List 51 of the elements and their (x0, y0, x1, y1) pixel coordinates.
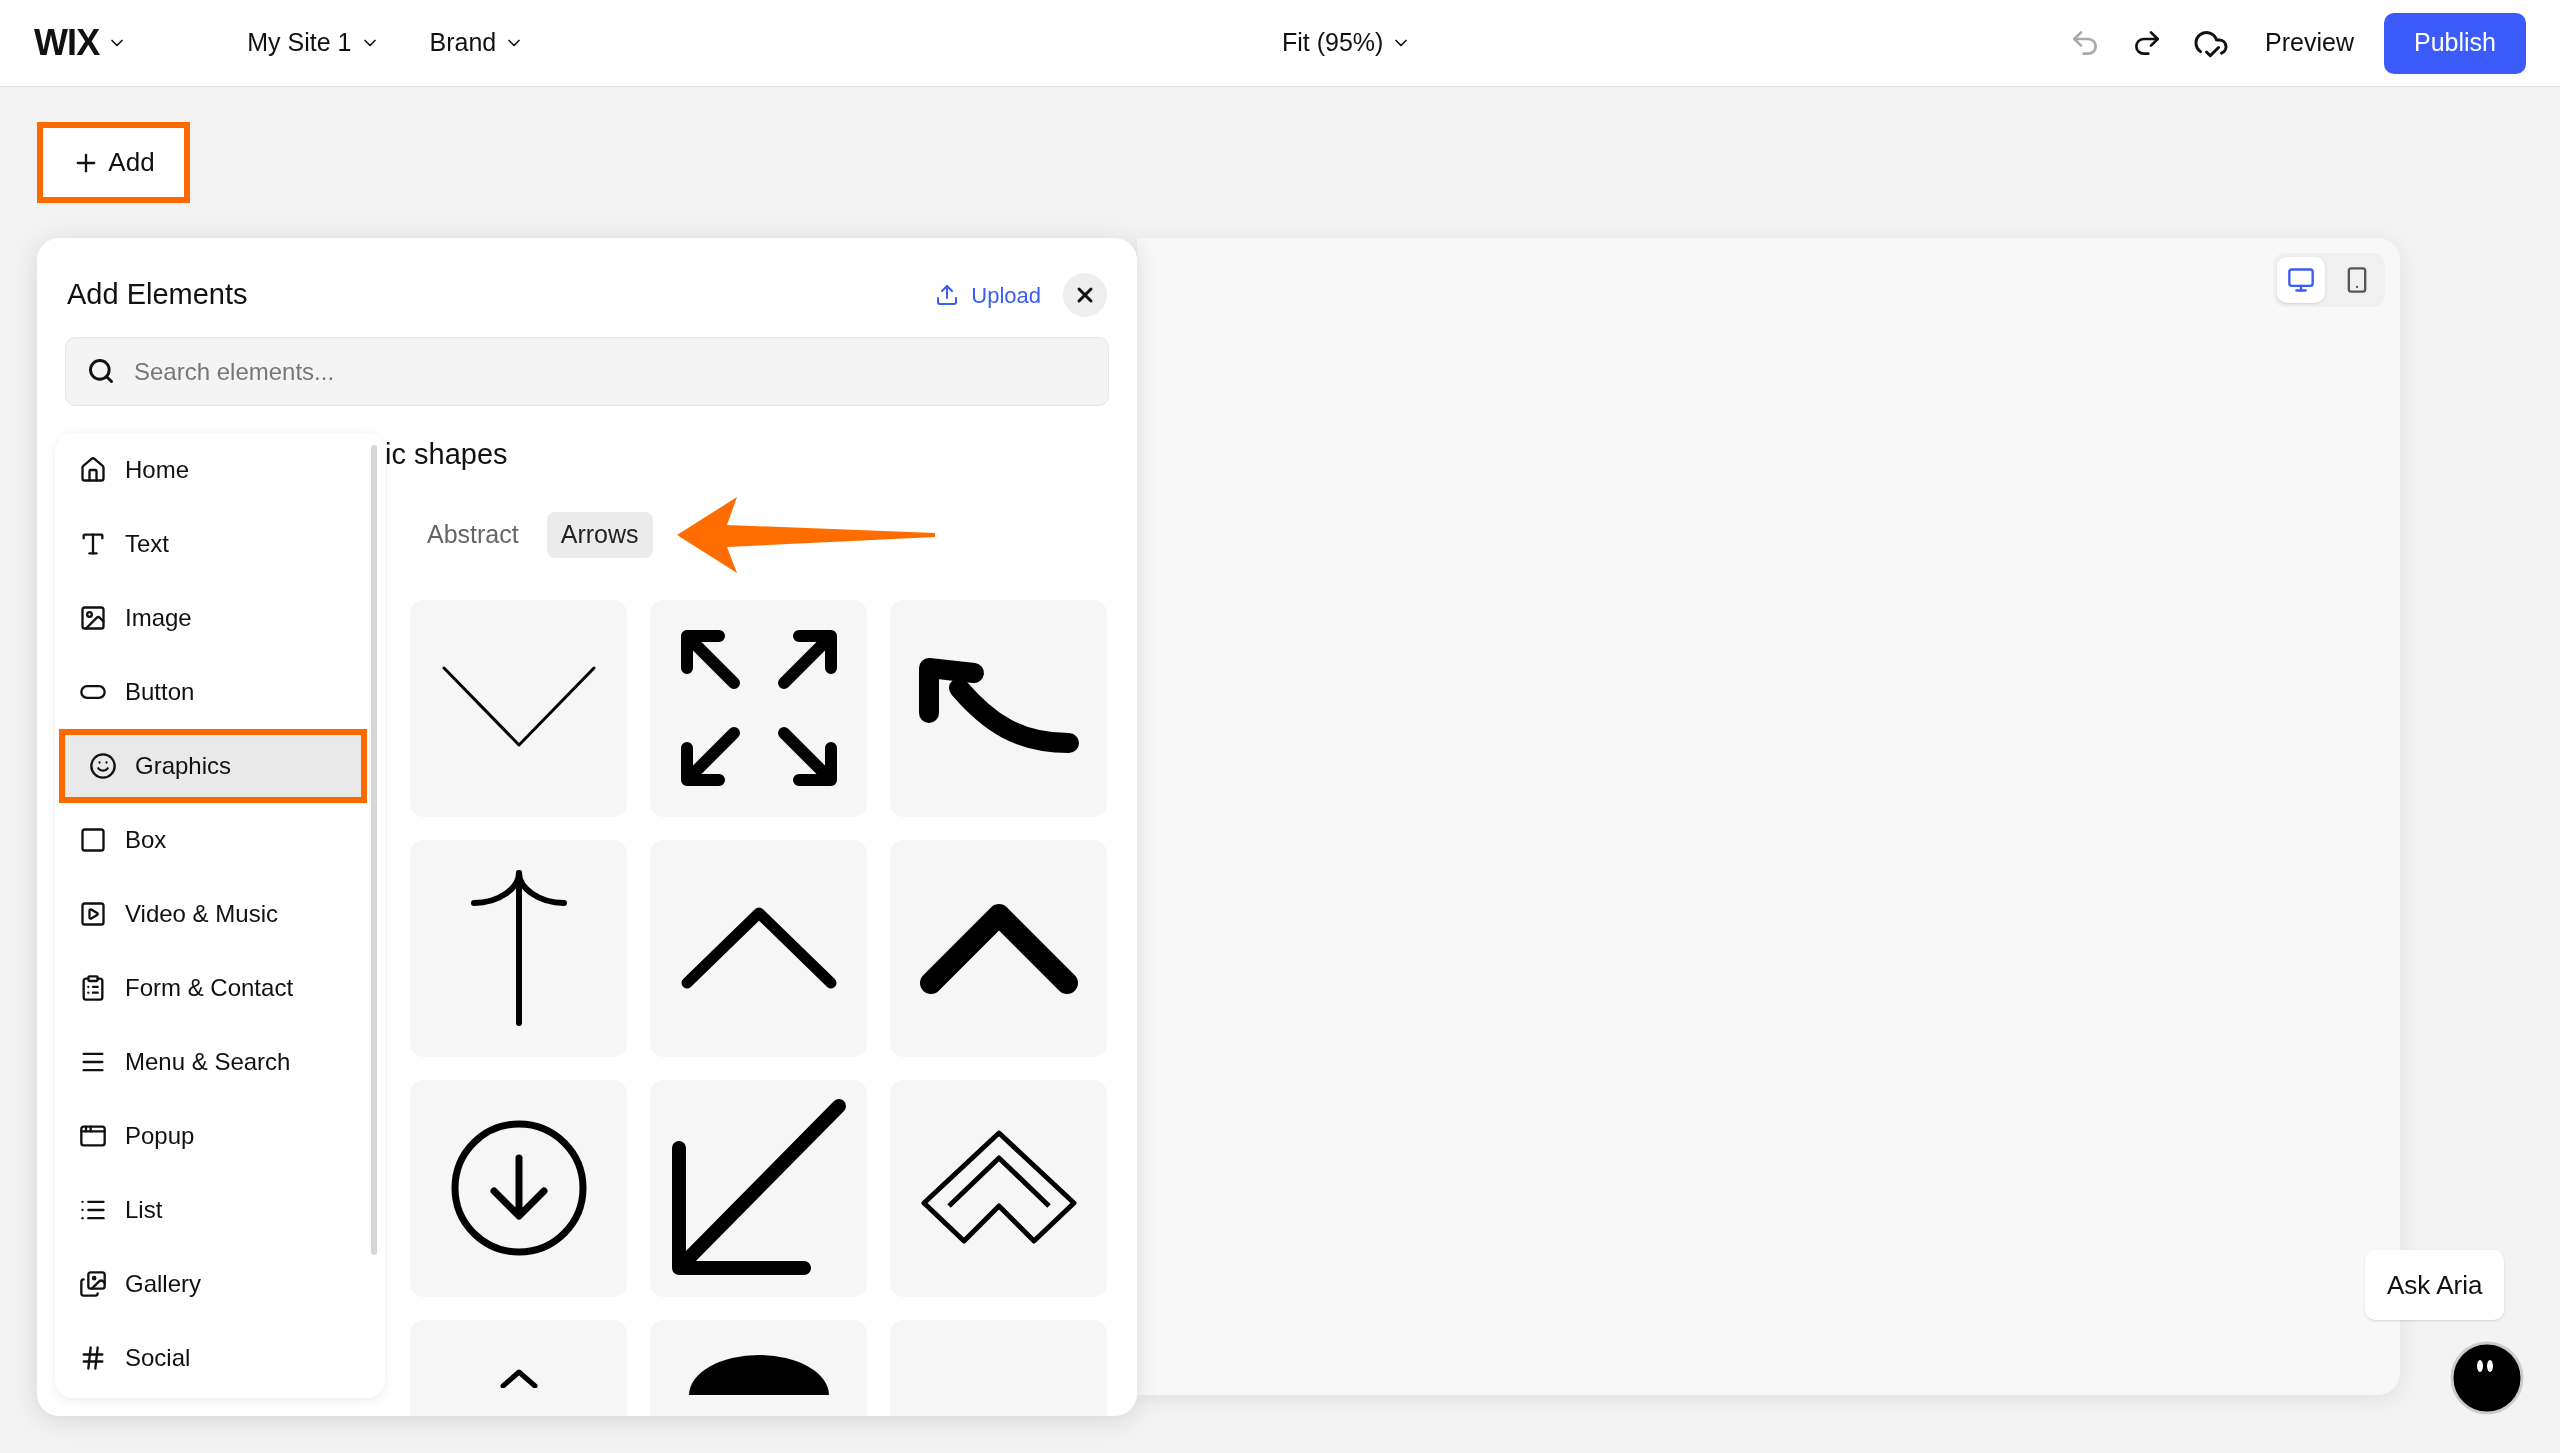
publish-button[interactable]: Publish (2384, 12, 2526, 74)
close-button[interactable] (1063, 273, 1107, 317)
shape-tile[interactable] (410, 1079, 627, 1297)
category-item[interactable]: Social (55, 1321, 371, 1395)
category-item[interactable]: Menu & Search (55, 1025, 371, 1099)
brand-menu[interactable]: Brand (429, 24, 525, 62)
category-item[interactable]: Image (55, 581, 371, 655)
annotation-arrow-icon (676, 494, 935, 575)
search-icon (87, 357, 115, 385)
shape-tile[interactable] (650, 599, 867, 817)
search-field[interactable]: Search elements... (65, 337, 1109, 406)
shape-tile[interactable] (890, 599, 1107, 817)
panel-title: Add Elements (67, 277, 248, 313)
preview-button[interactable]: Preview (2265, 24, 2354, 62)
add-button[interactable]: Add (37, 122, 190, 203)
category-item[interactable]: Popup (55, 1099, 371, 1173)
desktop-view-button[interactable] (2277, 257, 2325, 303)
category-item[interactable]: List (55, 1173, 371, 1247)
smiley-icon (89, 752, 117, 780)
shape-tile[interactable] (650, 1079, 867, 1297)
shape-tile[interactable] (410, 599, 627, 817)
category-item[interactable]: Form & Contact (55, 951, 371, 1025)
caret-up-icon (498, 1367, 539, 1388)
category-item[interactable]: Button (55, 655, 371, 729)
shape-tile[interactable] (650, 839, 867, 1057)
assistant-avatar-icon (2450, 1341, 2524, 1415)
expand-arrows-icon (678, 628, 839, 788)
section-title: ic shapes (385, 437, 508, 472)
upload-icon (935, 283, 960, 307)
monitor-icon (2287, 266, 2315, 294)
site-menu[interactable]: My Site 1 (247, 24, 380, 62)
gallery-icon (79, 1270, 107, 1298)
category-item[interactable]: Video & Music (55, 877, 371, 951)
home-icon (79, 456, 107, 484)
logo-menu[interactable]: WIX (34, 16, 128, 70)
shape-tile[interactable] (410, 839, 627, 1057)
shape-tile[interactable] (890, 839, 1107, 1057)
filter-chip[interactable]: Arrows (546, 511, 653, 558)
category-item[interactable]: Text (55, 507, 371, 581)
zoom-menu[interactable]: Fit (95%) (1281, 24, 1412, 62)
category-item[interactable]: Home (55, 433, 371, 507)
upload-link[interactable]: Upload (935, 278, 1041, 312)
square-icon (79, 826, 107, 854)
category-item[interactable]: Gallery (55, 1247, 371, 1321)
ask-aria-button[interactable]: Ask Aria (2365, 1250, 2505, 1320)
video-icon (79, 900, 107, 928)
shape-tile[interactable] (890, 1079, 1107, 1297)
category-item[interactable]: Graphics (59, 729, 367, 803)
filter-chip[interactable]: Abstract (413, 511, 533, 558)
category-item[interactable]: Box (55, 803, 371, 877)
image-icon (79, 604, 107, 632)
